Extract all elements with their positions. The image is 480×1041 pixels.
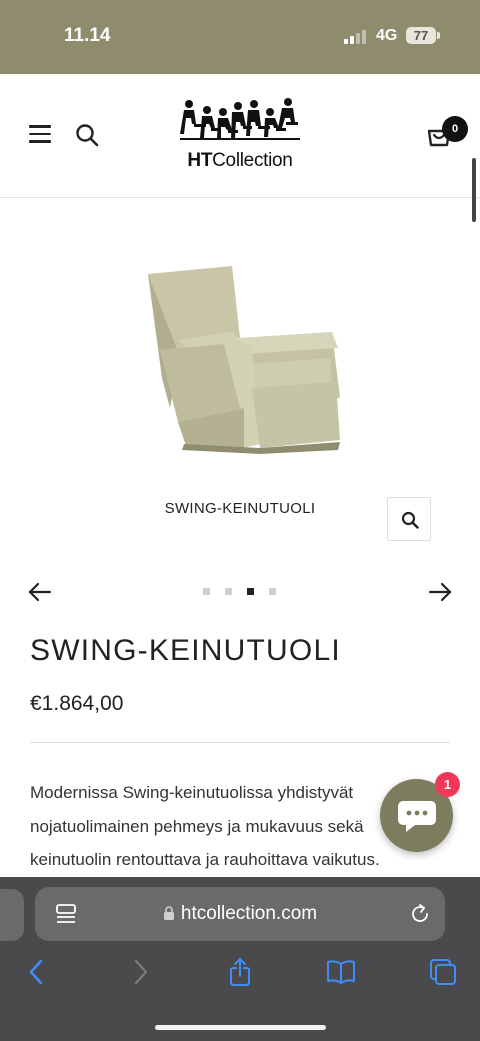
browser-bar: htcollection.com [0, 877, 480, 1041]
product-price: €1.864,00 [30, 692, 124, 715]
product-title: SWING-KEINUTUOLI [30, 634, 341, 667]
network-type: 4G [376, 27, 398, 44]
url-text[interactable]: htcollection.com [35, 903, 445, 925]
battery-icon: 77 [406, 27, 436, 44]
gallery-dot-active[interactable] [247, 588, 254, 595]
url-field[interactable]: htcollection.com [35, 887, 445, 941]
site-logo[interactable]: HTCollection [178, 98, 302, 174]
arrow-left-icon[interactable] [28, 581, 52, 603]
divider [30, 742, 450, 743]
status-time: 11.14 [64, 25, 111, 46]
reload-icon[interactable] [409, 903, 431, 925]
product-image[interactable] [140, 258, 346, 454]
url-label: htcollection.com [180, 903, 318, 924]
tabs-icon[interactable] [428, 957, 458, 987]
lock-icon [163, 906, 174, 920]
scroll-indicator [472, 158, 476, 222]
logo-text: HTCollection [178, 150, 302, 172]
home-indicator [155, 1025, 326, 1030]
site-header: HTCollection 0 [0, 74, 480, 222]
chat-bubble-icon [398, 801, 436, 832]
arrow-right-icon[interactable] [428, 581, 452, 603]
signal-icon [344, 30, 370, 44]
gallery-dot[interactable] [203, 588, 210, 595]
gallery-dot[interactable] [225, 588, 232, 595]
zoom-search-icon [401, 511, 419, 529]
logo-figures-icon [180, 98, 300, 140]
book-icon[interactable] [326, 957, 356, 987]
chevron-right-icon[interactable] [125, 957, 155, 987]
cart-count-badge[interactable]: 0 [442, 116, 468, 142]
logo-text-bold: HT [187, 150, 213, 171]
share-icon[interactable] [225, 957, 255, 987]
status-bar: 11.14 4G 77 [0, 0, 480, 74]
logo-text-rest: Collection [212, 150, 293, 171]
gallery-dot[interactable] [269, 588, 276, 595]
zoom-button[interactable] [387, 497, 431, 541]
hamburger-icon[interactable] [29, 125, 51, 143]
chat-unread-badge[interactable]: 1 [435, 772, 460, 797]
battery-tip [437, 32, 440, 39]
description-line: keinutuolin rentouttava ja rauhoittava v… [30, 850, 380, 869]
chevron-left-icon[interactable] [22, 957, 52, 987]
previous-tab-preview[interactable] [0, 889, 24, 941]
search-icon[interactable] [75, 123, 99, 147]
